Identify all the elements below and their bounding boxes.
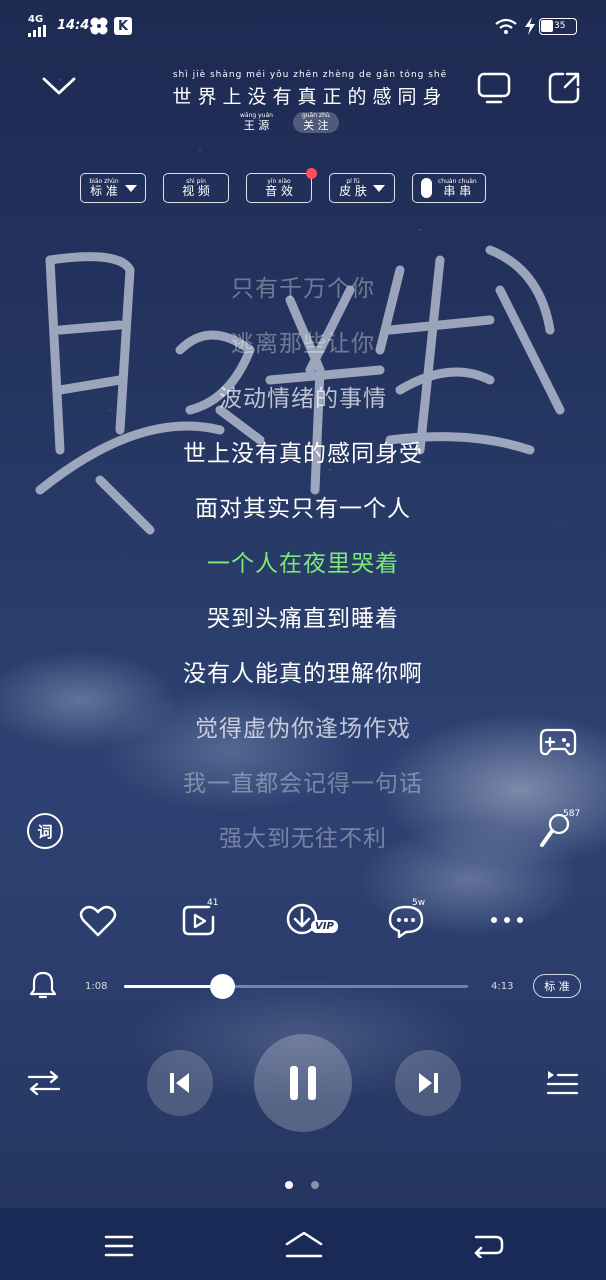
page-dot[interactable] (311, 1181, 319, 1189)
video-pill[interactable]: shì pín 视 频 (163, 173, 229, 203)
lyric-line[interactable]: 面对其实只有一个人 (0, 482, 606, 537)
home-icon[interactable] (284, 1230, 324, 1260)
menu-icon[interactable] (104, 1234, 134, 1258)
game-controller-icon[interactable] (539, 727, 577, 757)
signal-icon (28, 25, 46, 37)
page-indicator (285, 1181, 319, 1189)
lyric-line[interactable]: 没有人能真的理解你啊 (0, 647, 606, 702)
total-time: 4:13 (491, 981, 514, 992)
chuanchuan-toggle[interactable]: chuàn chuàn 串 串 (412, 173, 486, 203)
comment-count: 5w (412, 898, 426, 908)
next-icon (419, 1073, 438, 1093)
skin-pill[interactable]: pí fū 皮 肤 (329, 173, 395, 203)
lyrics-panel[interactable]: 只有千万个你 逃离那些让你 波动情绪的事情 世上没有真的感同身受 面对其实只有一… (0, 262, 606, 867)
status-bar: 4G 14:41 K 35 (0, 0, 606, 52)
shuffle-icon[interactable] (27, 1069, 61, 1097)
current-lyric-line[interactable]: 一个人在夜里哭着 (0, 537, 606, 592)
page-dot-active[interactable] (285, 1181, 293, 1189)
system-navigation-bar (0, 1208, 606, 1280)
option-pills: biāo zhǔn 标 准 shì pín 视 频 yīn xiào 音 效 pí f… (80, 168, 486, 203)
network-type: 4G (28, 14, 44, 25)
battery-level: 35 (554, 21, 566, 31)
back-icon[interactable] (472, 1232, 504, 1258)
artist-name[interactable]: wāng yuán 王 源 (240, 112, 273, 132)
comment-icon[interactable] (387, 904, 425, 938)
song-title: shì jiè shàng méi yǒu zhēn zhèng de gǎn … (150, 70, 470, 109)
share-icon[interactable] (547, 71, 581, 105)
audio-quality-button[interactable]: 标 准 (533, 974, 581, 998)
lyric-line[interactable]: 哭到头痛直到睡着 (0, 592, 606, 647)
lyric-line[interactable]: 觉得虚伪你逢场作戏 (0, 702, 606, 757)
dropdown-caret-icon (372, 184, 385, 192)
toggle-knob (421, 178, 432, 198)
song-title-pinyin: shì jiè shàng méi yǒu zhēn zhèng de gǎn … (172, 70, 448, 80)
lyric-line[interactable]: 我一直都会记得一句话 (0, 757, 606, 812)
previous-track-button[interactable] (147, 1050, 213, 1116)
lyrics-toggle-icon[interactable]: 词 (27, 813, 63, 849)
collapse-chevron-icon[interactable] (42, 76, 76, 96)
battery-icon: 35 (539, 18, 577, 35)
more-options-icon[interactable] (489, 915, 525, 925)
repost-count: 41 (207, 898, 219, 908)
follow-button[interactable]: guān zhù 关 注 (292, 112, 339, 133)
lyric-line[interactable]: 逃离那些让你 (0, 317, 606, 372)
notification-dot (306, 168, 317, 179)
next-track-button[interactable] (395, 1050, 461, 1116)
charging-icon (525, 17, 535, 35)
vip-badge: VIP (311, 920, 338, 933)
current-time: 1:08 (85, 981, 108, 992)
lyric-line[interactable]: 波动情绪的事情 (0, 372, 606, 427)
fan-app-icon (90, 17, 108, 35)
sound-effect-pill[interactable]: yīn xiào 音 效 (246, 168, 317, 203)
repost-icon[interactable] (181, 903, 219, 937)
mic-count: 587 (563, 809, 581, 819)
artist-row: wāng yuán 王 源 guān zhù 关 注 (240, 112, 339, 133)
quality-standard-pill[interactable]: biāo zhǔn 标 准 (80, 173, 146, 203)
previous-icon (170, 1073, 189, 1093)
screen-cast-icon[interactable] (476, 72, 512, 106)
bell-timer-icon[interactable] (30, 970, 56, 1000)
favorite-heart-icon[interactable] (79, 904, 117, 938)
lyric-line[interactable]: 强大到无往不利 (0, 812, 606, 867)
pause-button[interactable] (254, 1034, 352, 1132)
playlist-icon[interactable] (545, 1068, 579, 1098)
wifi-icon (495, 18, 517, 34)
song-title-text: 世界上没有真正的感同身 (172, 86, 448, 108)
lyric-line[interactable]: 世上没有真的感同身受 (0, 427, 606, 482)
progress-fill (124, 985, 223, 988)
pause-icon (290, 1066, 316, 1100)
dropdown-caret-icon (124, 184, 137, 192)
k-app-icon: K (114, 17, 132, 35)
progress-track[interactable] (124, 974, 468, 999)
lyric-line[interactable]: 只有千万个你 (0, 262, 606, 317)
